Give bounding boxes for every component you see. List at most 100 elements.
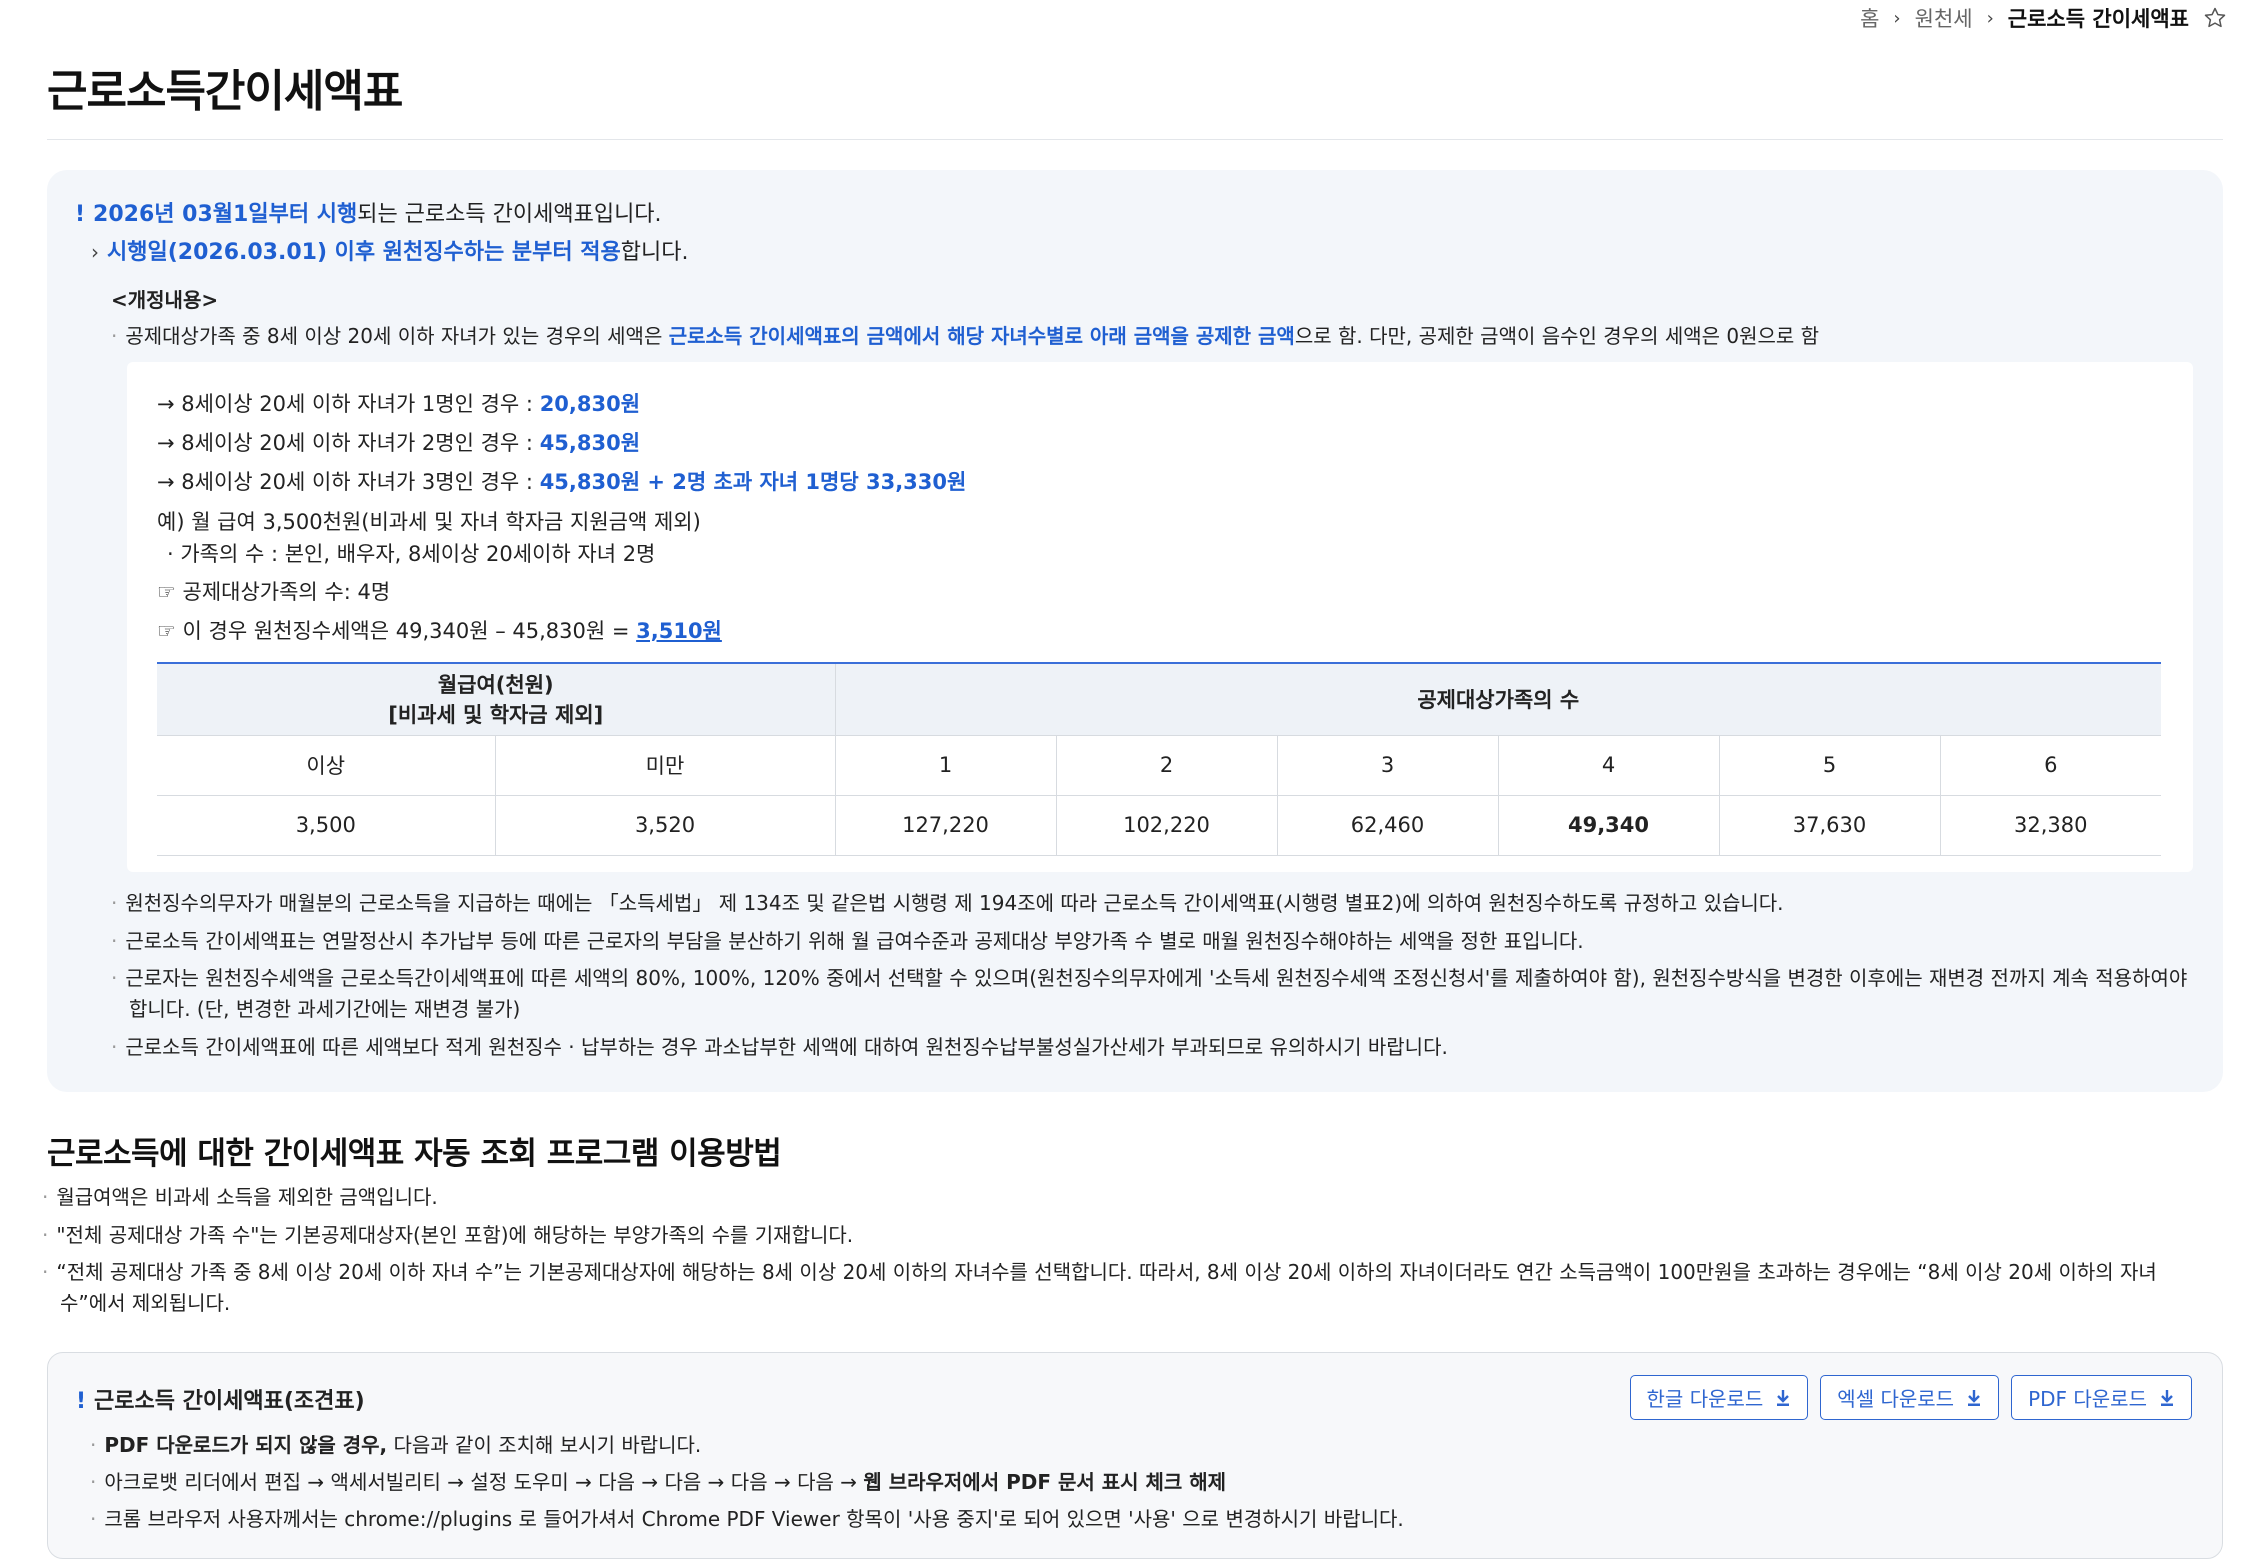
table-cell: 32,380 <box>1939 794 2161 856</box>
chevron-right-icon: › <box>91 240 99 264</box>
subheader-cell: 4 <box>1497 734 1720 796</box>
bullet-text: 원천징수의무자가 매월분의 근로소득을 지급하는 때에는 「소득세법」 제 13… <box>125 891 1784 915</box>
bullet-dot: · <box>42 1185 49 1209</box>
bullet-dot: · <box>111 324 118 348</box>
bullet-text: 근로자는 원천징수세액을 근로소득간이세액표에 따른 세액의 80%, 100%… <box>125 966 2188 1021</box>
usage-bullet: · 월급여액은 비과세 소득을 제외한 금액입니다. <box>42 1182 438 1213</box>
button-label: 엑셀 다운로드 <box>1837 1387 1955 1411</box>
download-help-line: · PDF 다운로드가 되지 않을 경우, 다음과 같이 조치해 보시기 바랍니다… <box>90 1429 701 1458</box>
breadcrumb-home[interactable]: 홈 <box>1860 3 1879 33</box>
header-salary: 월급여(천원) [비과세 및 학자금 제외] <box>157 662 836 736</box>
notice-bullet: · 근로소득 간이세액표는 연말정산시 추가납부 등에 따른 근로자의 부담을 분… <box>111 926 1584 957</box>
button-label: 한글 다운로드 <box>1646 1387 1764 1411</box>
bullet-dot: · <box>42 1260 49 1284</box>
revision-heading: <개정내용> <box>111 288 219 312</box>
bullet-dot: · <box>111 966 118 990</box>
example-panel: → 8세이상 20세 이하 자녀가 1명인 경우 : 20,830원 → 8세이… <box>127 362 2193 872</box>
example-count: ☞ 공제대상가족의 수: 4명 <box>157 580 391 604</box>
section-title: 근로소득에 대한 간이세액표 자동 조회 프로그램 이용방법 <box>47 1136 782 1172</box>
help-text: 아크로뱃 리더에서 편집 → 액세서빌리티 → 설정 도우미 → 다음 → 다음… <box>104 1470 864 1494</box>
excel-download-button[interactable]: 엑셀 다운로드 <box>1820 1375 2000 1420</box>
download-icon <box>1777 1389 1790 1406</box>
example-result-value: 3,510원 <box>636 619 722 643</box>
header-salary-note: [비과세 및 학자금 제외] <box>388 703 604 728</box>
notice-effective-date: ! 2026년 03월1일부터 시행되는 근로소득 간이세액표입니다. <box>75 196 662 228</box>
download-help-line: · 크롬 브라우저 사용자께서는 chrome://plugins 로 들어가셔서… <box>90 1503 1404 1532</box>
help-bold: 웹 브라우저에서 PDF 문서 표시 체크 해제 <box>863 1470 1227 1494</box>
subheader-cell: 미만 <box>494 734 836 796</box>
download-help-line: · 아크로뱃 리더에서 편집 → 액세서빌리티 → 설정 도우미 → 다음 → 다… <box>90 1466 1226 1495</box>
table-subheader-row: 이상 미만 1 2 3 4 5 6 <box>157 734 2161 796</box>
download-icon <box>2161 1389 2173 1406</box>
subheader-cell: 1 <box>834 734 1057 796</box>
download-title-text: 근로소득 간이세액표(조견표) <box>94 1389 365 1414</box>
download-icon <box>1968 1389 1981 1406</box>
exclamation-icon: ! <box>75 202 86 227</box>
example-salary: 예) 월 급여 3,500천원(비과세 및 자녀 학자금 지원금액 제외) <box>157 510 701 534</box>
notice-apply-rule: › 시행일(2026.03.01) 이후 원천징수하는 분부터 적용합니다. <box>91 234 688 266</box>
notice-box: ! 2026년 03월1일부터 시행되는 근로소득 간이세액표입니다. › 시행일(… <box>47 170 2223 1092</box>
table-cell: 127,220 <box>834 794 1057 856</box>
breadcrumb-withholding[interactable]: 원천세 <box>1915 3 1973 33</box>
revision-highlight: 근로소득 간이세액표의 금액에서 해당 자녀수별로 아래 금액을 공제한 금액 <box>668 324 1295 348</box>
table-row: 3,500 3,520 127,220 102,220 62,460 49,34… <box>157 794 2161 856</box>
apply-rule-highlight: 시행일(2026.03.01) 이후 원천징수하는 분부터 적용 <box>107 240 621 265</box>
apply-rule-text: 합니다. <box>620 240 689 265</box>
pdf-download-button[interactable]: PDF 다운로드 <box>2011 1375 2192 1420</box>
breadcrumb-current: 근로소득 간이세액표 <box>2007 7 2189 31</box>
example-result-text: ☞ 이 경우 원천징수세액은 49,340원 – 45,830원 = <box>157 619 637 643</box>
notice-bullet: · 원천징수의무자가 매월분의 근로소득을 지급하는 때에는 「소득세법」 제 1… <box>111 888 1784 919</box>
help-text: 크롬 브라우저 사용자께서는 chrome://plugins 로 들어가셔서 … <box>104 1507 1404 1531</box>
table-cell-highlight: 49,340 <box>1497 794 1720 856</box>
help-bold: PDF 다운로드가 되지 않을 경우, <box>104 1433 388 1457</box>
deduction-amount: 20,830원 <box>539 392 641 416</box>
star-icon[interactable] <box>2203 6 2227 30</box>
subheader-cell: 5 <box>1718 734 1941 796</box>
breadcrumb-separator-icon: › <box>1893 7 1901 29</box>
button-label: PDF 다운로드 <box>2028 1387 2147 1411</box>
hwp-download-button[interactable]: 한글 다운로드 <box>1629 1375 1809 1420</box>
deduction-label: → 8세이상 20세 이하 자녀가 2명인 경우 : <box>157 431 540 455</box>
tax-table: 월급여(천원) [비과세 및 학자금 제외] 공제대상가족의 수 이상 미만 1 … <box>157 662 2161 856</box>
table-header-row: 월급여(천원) [비과세 및 학자금 제외] 공제대상가족의 수 <box>157 662 2161 736</box>
download-box: ! 근로소득 간이세액표(조견표) 한글 다운로드 엑셀 다운로드 PDF 다운로… <box>47 1352 2223 1559</box>
download-title: ! 근로소득 간이세액표(조견표) <box>76 1383 365 1415</box>
bullet-text: 근로소득 간이세액표는 연말정산시 추가납부 등에 따른 근로자의 부담을 분산… <box>125 929 1584 953</box>
effective-date-highlight: 2026년 03월1일부터 시행 <box>93 202 358 227</box>
bullet-text: “전체 공제대상 가족 중 8세 이상 20세 이하 자녀 수”는 기본공제대상… <box>56 1260 2157 1315</box>
deduction-three-children: → 8세이상 20세 이하 자녀가 3명인 경우 : 45,830원 + 2명 … <box>157 466 966 496</box>
breadcrumb: 홈 › 원천세 › 근로소득 간이세액표 <box>1860 2 2227 34</box>
download-buttons: 한글 다운로드 엑셀 다운로드 PDF 다운로드 <box>1629 1375 2192 1420</box>
subheader-cell: 2 <box>1055 734 1278 796</box>
bullet-dot: · <box>42 1223 49 1247</box>
bullet-dot: · <box>90 1433 97 1457</box>
page: 홈 › 원천세 › 근로소득 간이세액표 근로소득간이세액표 ! 2026년 03… <box>0 0 2257 1559</box>
notice-bullet: · 근로자는 원천징수세액을 근로소득간이세액표에 따른 세액의 80%, 100… <box>111 963 2201 1025</box>
deduction-two-children: → 8세이상 20세 이하 자녀가 2명인 경우 : 45,830원 <box>157 427 640 457</box>
example-result: ☞ 이 경우 원천징수세액은 49,340원 – 45,830원 = 3,510… <box>157 615 722 645</box>
deduction-amount: 45,830원 + 2명 초과 자녀 1명당 33,330원 <box>539 470 967 494</box>
table-cell: 3,500 <box>157 794 496 856</box>
usage-bullet: · “전체 공제대상 가족 중 8세 이상 20세 이하 자녀 수”는 기본공제대… <box>42 1257 2192 1319</box>
effective-date-text: 되는 근로소득 간이세액표입니다. <box>357 202 662 227</box>
subheader-cell: 6 <box>1939 734 2161 796</box>
deduction-label: → 8세이상 20세 이하 자녀가 1명인 경우 : <box>157 392 540 416</box>
bullet-dot: · <box>90 1470 97 1494</box>
deduction-one-child: → 8세이상 20세 이하 자녀가 1명인 경우 : 20,830원 <box>157 388 640 418</box>
bullet-text: 월급여액은 비과세 소득을 제외한 금액입니다. <box>56 1185 438 1209</box>
deduction-label: → 8세이상 20세 이하 자녀가 3명인 경우 : <box>157 470 540 494</box>
revision-description: · 공제대상가족 중 8세 이상 20세 이하 자녀가 있는 경우의 세액은 근로… <box>111 320 1819 349</box>
bullet-dot: · <box>111 929 118 953</box>
revision-text-a: 공제대상가족 중 8세 이상 20세 이하 자녀가 있는 경우의 세액은 <box>125 324 669 348</box>
revision-text-b: 으로 함. 다만, 공제한 금액이 음수인 경우의 세액은 0원으로 함 <box>1294 324 1820 348</box>
header-salary-label: 월급여(천원) <box>437 673 554 698</box>
table-cell: 3,520 <box>494 794 836 856</box>
bullet-dot: · <box>111 1035 118 1059</box>
help-text: 다음과 같이 조치해 보시기 바랍니다. <box>387 1433 702 1457</box>
bullet-text: 근로소득 간이세액표에 따른 세액보다 적게 원천징수 · 납부하는 경우 과소… <box>125 1035 1448 1059</box>
table-cell: 37,630 <box>1718 794 1941 856</box>
notice-bullet: · 근로소득 간이세액표에 따른 세액보다 적게 원천징수 · 납부하는 경우 과… <box>111 1032 1448 1063</box>
bullet-text: "전체 공제대상 가족 수"는 기본공제대상자(본인 포함)에 해당하는 부양가… <box>56 1223 854 1247</box>
example-family: · 가족의 수 : 본인, 배우자, 8세이상 20세이하 자녀 2명 <box>167 542 656 566</box>
page-title: 근로소득간이세액표 <box>47 66 403 117</box>
